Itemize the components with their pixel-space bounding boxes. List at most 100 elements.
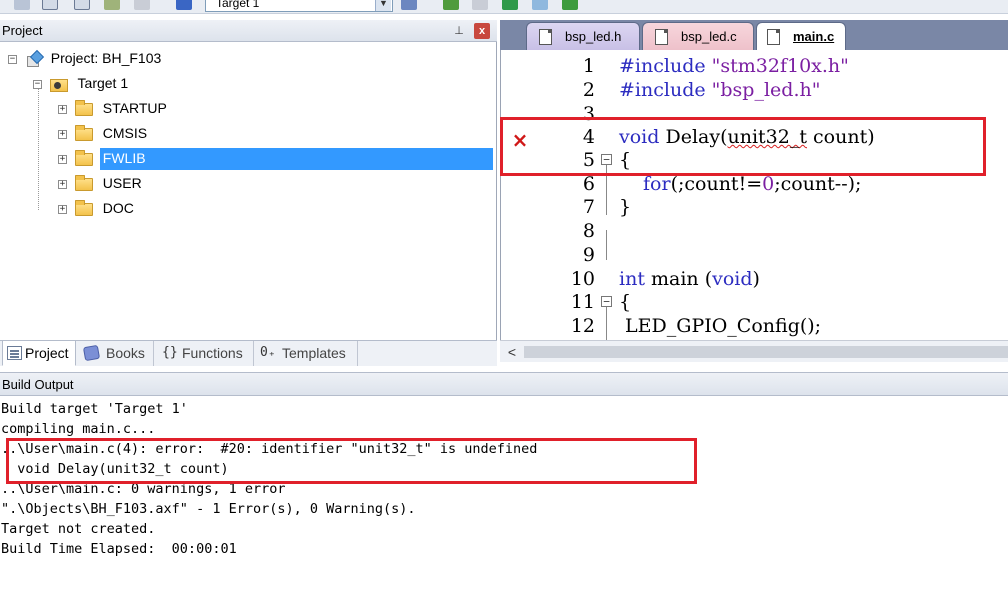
file-icon xyxy=(539,29,552,45)
code-text: int main (void) xyxy=(619,268,760,290)
code-line: 2 #include "bsp_led.h" xyxy=(501,78,1008,102)
expand-icon[interactable]: + xyxy=(58,179,67,189)
tab-books[interactable]: Books xyxy=(80,341,154,366)
tree-item-fwlib[interactable]: + FWLIB xyxy=(58,147,146,169)
settings-icon[interactable] xyxy=(134,0,150,10)
tree-item-cmsis[interactable]: + CMSIS xyxy=(58,122,147,144)
project-panel-tabs: Project Books {} Functions 0₊ Templates xyxy=(0,340,497,366)
folder-icon xyxy=(74,174,93,191)
templates-icon: 0₊ xyxy=(260,345,276,360)
fold-toggle-icon[interactable]: − xyxy=(601,296,612,307)
build-output-line: Build Time Elapsed: 00:00:01 xyxy=(1,541,237,557)
tree-item-label: Target 1 xyxy=(77,75,129,91)
tree-item-target[interactable]: − Target 1 xyxy=(33,72,128,94)
batch-build-icon[interactable] xyxy=(14,0,30,10)
target-select[interactable]: Target 1 ▼ xyxy=(205,0,393,12)
expand-icon[interactable]: + xyxy=(58,154,67,164)
tree-item-label: DOC xyxy=(102,200,134,216)
close-icon[interactable]: x xyxy=(474,23,490,39)
code-line: 10 int main (void) xyxy=(501,267,1008,291)
build-output-panel[interactable]: Build target 'Target 1' compiling main.c… xyxy=(0,398,1008,604)
folder-icon xyxy=(74,124,93,141)
highlight-box-code-error xyxy=(500,117,986,176)
code-area[interactable]: 1 #include "stm32f10x.h" 2 #include "bsp… xyxy=(500,50,1008,344)
code-text: #include "stm32f10x.h" xyxy=(619,55,849,77)
project-window-icon xyxy=(7,346,22,360)
chevron-down-icon[interactable]: ▼ xyxy=(375,0,391,11)
tree-item-doc[interactable]: + DOC xyxy=(58,197,134,219)
line-number: 12 xyxy=(570,315,595,337)
scroll-left-icon[interactable]: < xyxy=(504,344,520,360)
line-number: 10 xyxy=(570,268,595,290)
line-number: 1 xyxy=(582,55,595,77)
manage-books-icon[interactable] xyxy=(104,0,120,10)
tree-item-label: FWLIB xyxy=(102,150,146,166)
tab-label: Project xyxy=(25,345,69,361)
build-output-line: compiling main.c... xyxy=(1,421,156,437)
expand-icon[interactable]: + xyxy=(58,129,67,139)
project-icon xyxy=(25,52,41,68)
rte-icon[interactable] xyxy=(472,0,488,10)
project-panel-header: Project ⊥ x xyxy=(0,20,497,42)
open-file-icon[interactable] xyxy=(42,0,58,10)
build-output-line: ".\Objects\BH_F103.axf" - 1 Error(s), 0 … xyxy=(1,501,416,517)
scrollbar-thumb[interactable] xyxy=(524,346,1008,358)
expand-icon[interactable]: + xyxy=(58,104,67,114)
tree-guide-line xyxy=(38,88,39,210)
pack-installer-icon[interactable] xyxy=(502,0,518,10)
tab-label: Books xyxy=(106,345,145,361)
tree-item-label: USER xyxy=(102,175,142,191)
tab-project[interactable]: Project xyxy=(2,341,76,366)
manage-components-icon[interactable] xyxy=(443,0,459,10)
code-editor: bsp_led.h bsp_led.c main.c 1 #include "s… xyxy=(500,20,1008,366)
expand-icon[interactable]: + xyxy=(58,204,67,214)
save-icon[interactable] xyxy=(74,0,90,10)
tab-label: bsp_led.c xyxy=(681,29,737,44)
code-text: } xyxy=(619,196,632,218)
options-for-target-icon[interactable] xyxy=(401,0,417,10)
tree-item-project-root[interactable]: − Project: BH_F103 xyxy=(8,47,161,69)
tab-label: Functions xyxy=(182,345,243,361)
books-icon xyxy=(82,344,101,362)
editor-tab-bar: bsp_led.h bsp_led.c main.c xyxy=(500,20,1008,50)
select-packs-icon[interactable] xyxy=(532,0,548,10)
line-number: 11 xyxy=(570,291,595,313)
target-select-value: Target 1 xyxy=(216,0,260,10)
build-output-title: Build Output xyxy=(2,377,74,392)
code-line: 12 LED_GPIO_Config(); xyxy=(501,314,1008,338)
code-line: 1 #include "stm32f10x.h" xyxy=(501,54,1008,78)
code-text: LED_GPIO_Config(); xyxy=(619,315,822,337)
diamond-icon[interactable] xyxy=(562,0,578,10)
highlight-box-build-error xyxy=(6,438,697,484)
functions-icon: {} xyxy=(162,345,178,360)
build-output-line: Target not created. xyxy=(1,521,156,537)
project-panel-title: Project xyxy=(2,23,43,38)
file-icon xyxy=(655,29,668,45)
folder-icon xyxy=(74,199,93,216)
code-text: { xyxy=(619,291,632,313)
tab-bsp-led-c[interactable]: bsp_led.c xyxy=(642,22,754,50)
tab-bsp-led-h[interactable]: bsp_led.h xyxy=(526,22,640,50)
horizontal-scrollbar[interactable]: < xyxy=(500,340,1008,362)
code-line: 9 xyxy=(501,243,1008,267)
tab-label: bsp_led.h xyxy=(565,29,622,44)
tab-main-c[interactable]: main.c xyxy=(756,22,846,50)
download-icon[interactable] xyxy=(176,0,192,10)
collapse-icon[interactable]: − xyxy=(33,79,42,89)
tab-functions[interactable]: {} Functions xyxy=(156,341,254,366)
tree-item-user[interactable]: + USER xyxy=(58,172,142,194)
code-text: #include "bsp_led.h" xyxy=(619,79,821,101)
tree-item-startup[interactable]: + STARTUP xyxy=(58,97,167,119)
collapse-icon[interactable]: − xyxy=(8,54,17,64)
pin-icon[interactable]: ⊥ xyxy=(452,24,466,38)
tab-templates[interactable]: 0₊ Templates xyxy=(256,341,358,366)
code-line: 11 − { xyxy=(501,290,1008,314)
line-number: 9 xyxy=(582,244,595,266)
folder-icon xyxy=(74,149,93,166)
build-output-header: Build Output xyxy=(0,372,1008,396)
tree-item-label: STARTUP xyxy=(102,100,167,116)
file-icon xyxy=(767,29,780,45)
project-panel: Project ⊥ x − Project: BH_F103 − Target … xyxy=(0,20,497,366)
tab-label: main.c xyxy=(793,29,835,44)
code-line: 8 xyxy=(501,219,1008,243)
